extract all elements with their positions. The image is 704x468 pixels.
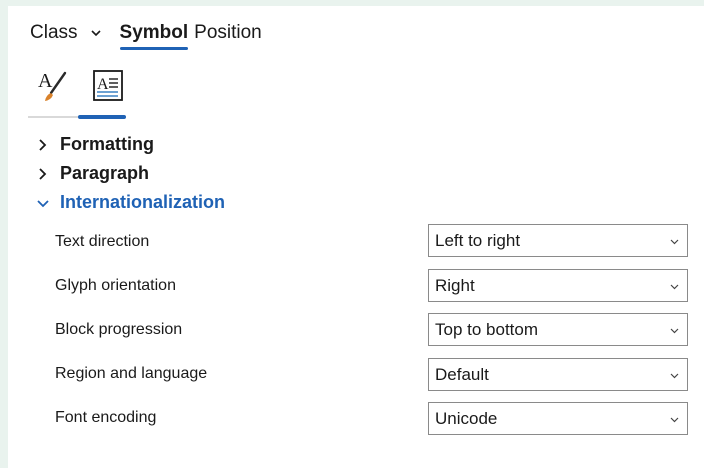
chevron-down-icon: [670, 373, 679, 379]
tab-class-label: Class: [30, 22, 78, 43]
chevron-right-icon: [39, 138, 47, 151]
tab-symbol[interactable]: Symbol: [119, 20, 189, 50]
symbol-sub-tabs: A A: [26, 66, 136, 126]
section-internationalization[interactable]: Internationalization: [36, 192, 225, 213]
section-label: Paragraph: [60, 163, 150, 183]
font-encoding-dropdown[interactable]: Unicode: [428, 402, 688, 435]
dropdown-value: Top to bottom: [435, 319, 539, 339]
text-brush-icon: A: [38, 70, 67, 101]
text-direction-label: Text direction: [55, 233, 150, 250]
symbol-properties-panel: Class Symbol Position A A Formatting Par…: [8, 6, 704, 468]
section-paragraph[interactable]: Paragraph: [36, 163, 149, 184]
dropdown-value: Right: [435, 275, 475, 295]
chevron-down-icon: [670, 328, 679, 334]
chevron-down-icon: [670, 239, 679, 245]
svg-text:A: A: [38, 70, 53, 92]
dropdown-value: Default: [435, 364, 489, 384]
svg-text:A: A: [97, 76, 109, 93]
tab-position-label: Position: [194, 22, 262, 43]
font-encoding-label: Font encoding: [55, 409, 157, 426]
region-language-label: Region and language: [55, 365, 208, 382]
block-progression-dropdown[interactable]: Top to bottom: [428, 313, 688, 346]
tab-position[interactable]: Position: [194, 20, 262, 46]
block-progression-label: Block progression: [55, 321, 183, 338]
chevron-down-icon: [37, 199, 49, 207]
tab-class[interactable]: Class: [30, 20, 102, 46]
document-text-icon: A: [93, 70, 123, 101]
chevron-down-icon: [670, 284, 679, 290]
section-formatting[interactable]: Formatting: [36, 134, 154, 155]
category-tabs: Class Symbol Position: [30, 20, 276, 54]
active-sub-tab-indicator: [78, 115, 126, 119]
tab-symbol-label: Symbol: [119, 22, 189, 43]
section-label: Formatting: [60, 134, 154, 154]
dropdown-value: Left to right: [435, 230, 521, 250]
text-layout-tab[interactable]: A: [88, 66, 128, 106]
section-label: Internationalization: [60, 192, 226, 212]
region-language-dropdown[interactable]: Default: [428, 358, 688, 391]
glyph-orientation-label: Glyph orientation: [55, 277, 176, 294]
chevron-right-icon: [39, 167, 47, 180]
chevron-down-icon: [670, 417, 679, 423]
text-direction-dropdown[interactable]: Left to right: [428, 224, 688, 257]
chevron-down-icon: [90, 30, 101, 37]
dropdown-value: Unicode: [435, 408, 498, 428]
glyph-orientation-dropdown[interactable]: Right: [428, 269, 688, 302]
text-style-tab[interactable]: A: [34, 66, 74, 106]
